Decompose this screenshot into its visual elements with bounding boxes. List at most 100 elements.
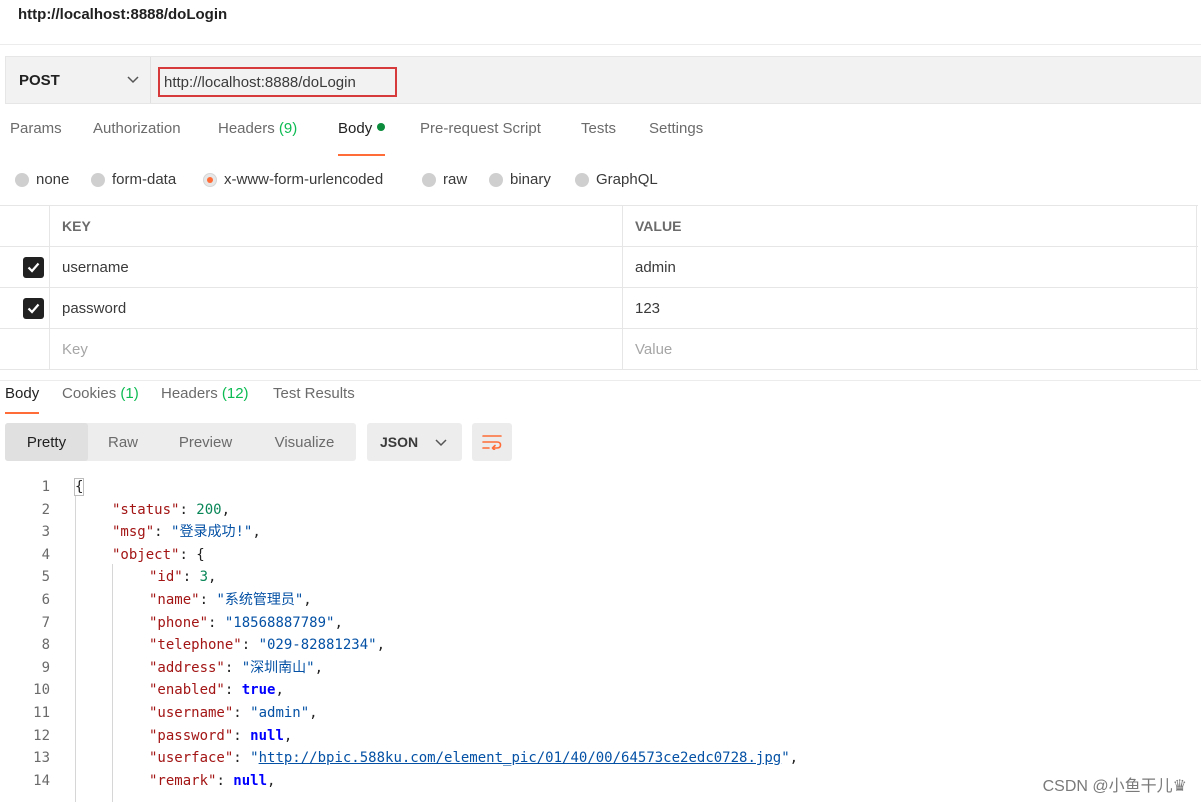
code-token: " xyxy=(781,750,790,767)
tab-label: Body xyxy=(5,385,40,402)
radio-label: none xyxy=(36,171,70,188)
radio-label: form-data xyxy=(112,171,177,188)
response-tab-test-results[interactable]: Test Results xyxy=(273,385,355,414)
response-tab-cookies[interactable]: Cookies (1) xyxy=(62,385,139,414)
response-body-viewer[interactable]: 1{2 "status": 200, 3 "msg": "登录成功!", 4 "objec… xyxy=(0,476,1201,802)
code-token: : xyxy=(179,501,197,518)
tab-pre-request-script[interactable]: Pre-request Script xyxy=(420,120,541,156)
code-token: : xyxy=(224,682,242,699)
tab-label: Headers xyxy=(218,120,275,137)
code-token: : xyxy=(208,614,225,631)
code-token: "登录成功!" xyxy=(171,524,253,541)
radio-form-data[interactable]: form-data xyxy=(91,171,176,188)
divider xyxy=(0,44,1201,45)
code-token: : xyxy=(216,772,234,789)
code-line: 1{ xyxy=(0,476,1201,499)
radio-label: binary xyxy=(510,171,551,188)
code-token: "msg" xyxy=(112,524,155,541)
line-number: 1 xyxy=(41,479,50,495)
radio-icon xyxy=(575,172,589,187)
chevron-down-icon xyxy=(127,76,139,84)
value-cell[interactable]: admin xyxy=(623,247,1197,287)
wrap-lines-button[interactable] xyxy=(472,423,512,461)
line-number: 4 xyxy=(41,546,50,563)
tab-label: Tests xyxy=(581,120,617,137)
code-text: "name": "系统管理员", xyxy=(149,589,312,612)
code-token: : xyxy=(233,727,251,744)
tab-label: Body xyxy=(338,120,373,137)
row-checkbox-cell xyxy=(0,247,50,287)
response-tab-body[interactable]: Body xyxy=(5,385,40,414)
row-checkbox[interactable] xyxy=(23,298,44,319)
code-text: "id": 3, xyxy=(149,566,216,589)
code-token: null xyxy=(233,772,268,789)
code-token: " xyxy=(250,750,259,767)
code-text: "object": { xyxy=(112,544,205,567)
code-link[interactable]: http://bpic.588ku.com/element_pic/01/40/… xyxy=(259,750,782,766)
code-token: "remark" xyxy=(149,772,217,789)
table-row: password 123 xyxy=(0,288,1198,329)
code-token: { xyxy=(196,546,205,563)
code-token: "phone" xyxy=(149,614,209,631)
code-token: , xyxy=(334,614,343,631)
new-key-input[interactable]: Key xyxy=(50,329,623,369)
line-number: 13 xyxy=(33,750,50,767)
new-value-input[interactable]: Value xyxy=(623,329,1197,369)
radio-none[interactable]: none xyxy=(15,171,69,188)
radio-graphql[interactable]: GraphQL xyxy=(575,171,658,188)
key-cell[interactable]: username xyxy=(50,247,623,287)
code-line: 4 "object": { xyxy=(0,544,1201,567)
row-checkbox[interactable] xyxy=(23,257,44,278)
code-token: : xyxy=(154,524,172,541)
code-token: "telephone" xyxy=(149,637,242,654)
radio-label: raw xyxy=(443,171,468,188)
tab-authorization[interactable]: Authorization xyxy=(93,120,181,156)
tab-label: Cookies xyxy=(62,385,117,402)
code-token: "18568887789" xyxy=(224,614,335,631)
tab-params[interactable]: Params xyxy=(10,120,62,156)
code-token: , xyxy=(789,750,799,767)
radio-raw[interactable]: raw xyxy=(422,171,467,188)
tab-settings[interactable]: Settings xyxy=(649,120,703,156)
radio-x-www-form-urlencoded[interactable]: x-www-form-urlencoded xyxy=(203,171,383,188)
tab-label: Pre-request Script xyxy=(420,120,541,137)
radio-binary[interactable]: binary xyxy=(489,171,551,188)
code-text: "password": null, xyxy=(149,725,292,748)
radio-icon xyxy=(15,172,29,187)
view-visualize-button[interactable]: Visualize xyxy=(253,423,356,461)
column-header-value: VALUE xyxy=(623,206,1197,246)
tab-count: (12) xyxy=(221,385,249,402)
tab-tests[interactable]: Tests xyxy=(581,120,616,156)
code-token: : xyxy=(199,591,217,608)
code-token: "status" xyxy=(112,501,180,518)
code-line: 6 "name": "系统管理员", xyxy=(0,589,1201,612)
key-cell[interactable]: password xyxy=(50,288,623,328)
code-line: 11 "username": "admin", xyxy=(0,702,1201,725)
line-number: 12 xyxy=(33,727,50,744)
code-token: "address" xyxy=(149,659,225,676)
code-text: "userface": "http://bpic.588ku.com/eleme… xyxy=(149,747,798,770)
code-token: : xyxy=(224,659,242,676)
format-label: JSON xyxy=(380,434,419,450)
line-number: 7 xyxy=(41,614,50,631)
tab-body[interactable]: Body xyxy=(338,120,386,156)
value-cell[interactable]: 123 xyxy=(623,288,1197,328)
check-icon xyxy=(27,303,40,314)
radio-icon xyxy=(422,172,436,187)
url-input[interactable] xyxy=(158,67,397,97)
method-select[interactable]: POST xyxy=(6,57,151,103)
header-checkbox-cell xyxy=(0,206,50,246)
code-token: 200 xyxy=(196,501,222,518)
code-token: , xyxy=(309,704,318,721)
code-token: "object" xyxy=(112,546,180,563)
response-tab-headers[interactable]: Headers (12) xyxy=(161,385,249,414)
line-number: 8 xyxy=(41,637,50,654)
view-raw-button[interactable]: Raw xyxy=(88,423,158,461)
code-text: "status": 200, xyxy=(112,499,230,522)
tab-headers[interactable]: Headers (9) xyxy=(218,120,297,156)
code-token: , xyxy=(303,591,312,608)
code-token: "admin" xyxy=(250,704,310,721)
view-preview-button[interactable]: Preview xyxy=(158,423,253,461)
view-pretty-button[interactable]: Pretty xyxy=(5,423,88,461)
format-select[interactable]: JSON xyxy=(367,423,462,461)
